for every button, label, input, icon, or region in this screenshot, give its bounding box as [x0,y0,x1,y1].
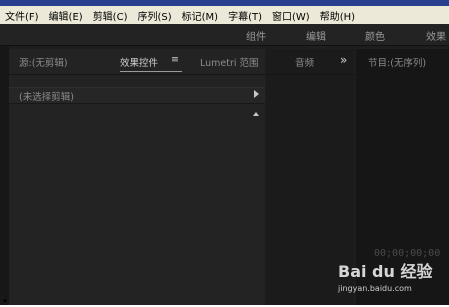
menu-help[interactable]: 帮助(H) [315,8,360,23]
tab-program[interactable]: 节目:(无序列) [368,55,426,69]
tab-effect-controls[interactable]: 效果控件 [120,55,158,69]
baidu-watermark: Bai du 经验 jingyan.baidu.com [330,256,449,305]
menu-sequence[interactable]: 序列(S) [132,8,176,23]
active-tab-underline [120,71,182,72]
watermark-url: jingyan.baidu.com [338,284,412,293]
tab-source[interactable]: 源:(无剪辑) [19,55,68,69]
menu-window[interactable]: 窗口(W) [267,8,315,23]
menu-bar: 文件(F) 编辑(E) 剪辑(C) 序列(S) 标记(M) 字幕(T) 窗口(W… [0,6,449,24]
watermark-logo: Bai du 经验 [338,262,433,281]
workspace-bar: 组件 编辑 颜色 效果 [0,24,449,46]
clip-header-row: (未选择剪辑) [9,87,265,104]
tab-row-divider [0,74,449,75]
corner-dot: • [2,296,8,307]
menu-clip[interactable]: 剪辑(C) [88,8,133,23]
workspace-tab-editing[interactable]: 编辑 [306,28,326,43]
expand-arrow-icon[interactable] [254,90,259,98]
tab-audio[interactable]: 音频 [295,55,314,69]
workspace-tab-color[interactable]: 颜色 [365,28,385,43]
workspace-tab-assembly[interactable]: 组件 [246,28,266,43]
panel-menu-icon[interactable]: ≡ [171,54,179,65]
workspace-tab-effects[interactable]: 效果 [426,28,446,43]
no-clip-label: (未选择剪辑) [19,92,74,103]
overflow-chevron-icon[interactable]: » [340,53,347,67]
menu-title[interactable]: 字幕(T) [223,8,267,23]
menu-marker[interactable]: 标记(M) [177,8,223,23]
scroll-up-icon[interactable] [253,112,259,116]
premiere-window: 文件(F) 编辑(E) 剪辑(C) 序列(S) 标记(M) 字幕(T) 窗口(W… [0,0,449,305]
tab-lumetri-scopes[interactable]: Lumetri 范围 [200,55,259,69]
menu-edit[interactable]: 编辑(E) [44,8,88,23]
menu-file[interactable]: 文件(F) [0,8,44,23]
